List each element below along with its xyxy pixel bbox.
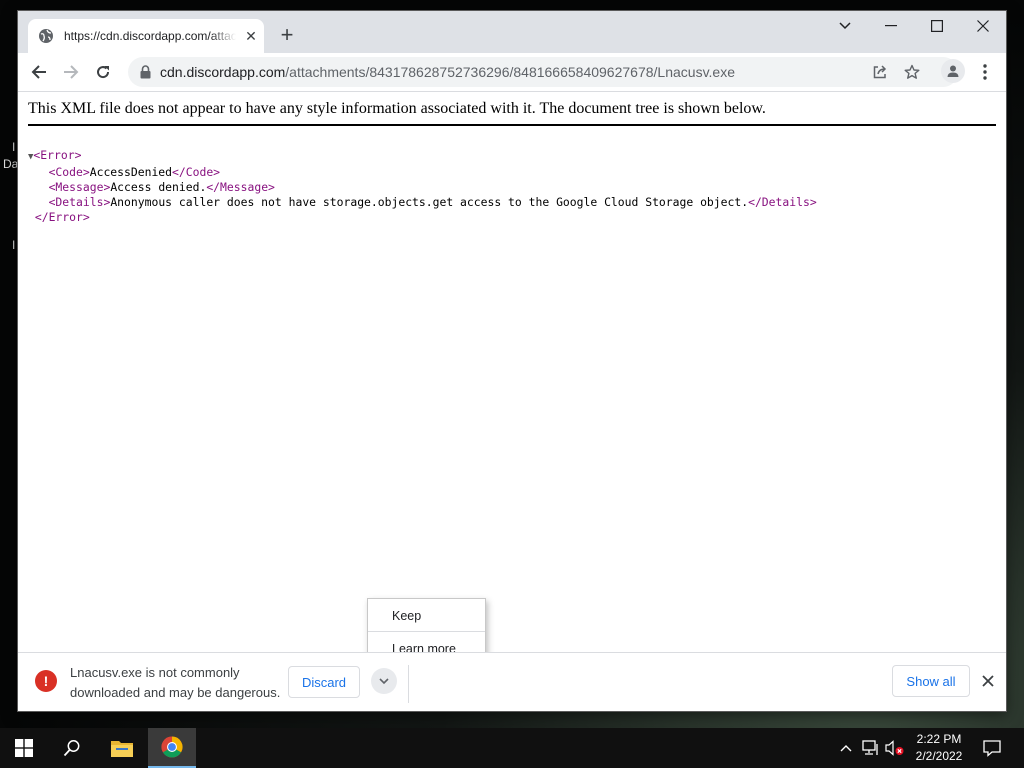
address-bar[interactable]: cdn.discordapp.com/attachments/843178628… bbox=[128, 57, 958, 87]
xml-tag: </Error> bbox=[34, 210, 90, 224]
xml-tag: </Details> bbox=[748, 195, 817, 209]
close-window-button[interactable] bbox=[960, 11, 1006, 41]
browser-tab[interactable]: https://cdn.discordapp.com/attachments/8… bbox=[28, 19, 264, 53]
xml-tag: </Message> bbox=[206, 180, 275, 194]
maximize-button[interactable] bbox=[914, 11, 960, 41]
chrome-window: https://cdn.discordapp.com/attachments/8… bbox=[18, 11, 1006, 711]
xml-text: Access denied. bbox=[110, 180, 207, 194]
reload-button[interactable] bbox=[91, 60, 115, 84]
xml-tag: <Error> bbox=[33, 148, 82, 162]
download-warning-text: Lnacusv.exe is not commonly downloaded a… bbox=[70, 663, 290, 703]
chrome-icon bbox=[161, 736, 183, 758]
network-icon[interactable] bbox=[860, 728, 882, 768]
clock-date: 2/2/2022 bbox=[915, 749, 963, 763]
desktop-icon-fragment: I bbox=[12, 140, 16, 154]
url-host: cdn.discordapp.com bbox=[160, 64, 286, 80]
chevron-up-icon bbox=[840, 745, 852, 752]
taskbar-clock[interactable]: 2:22 PM 2/2/2022 bbox=[906, 731, 972, 765]
browser-toolbar: cdn.discordapp.com/attachments/843178628… bbox=[18, 53, 1006, 92]
xml-text: Anonymous caller does not have storage.o… bbox=[110, 195, 749, 209]
back-button[interactable] bbox=[27, 60, 51, 84]
share-icon[interactable] bbox=[872, 64, 888, 80]
xml-tag: <Details> bbox=[48, 195, 111, 209]
xml-tree: ▼<Error> <Code>AccessDenied</Code> <Mess… bbox=[28, 148, 817, 225]
tab-strip: https://cdn.discordapp.com/attachments/8… bbox=[18, 11, 1006, 53]
clock-time: 2:22 PM bbox=[916, 732, 962, 746]
discard-button[interactable]: Discard bbox=[288, 666, 360, 698]
chrome-taskbar-button[interactable] bbox=[148, 728, 196, 768]
folder-icon bbox=[111, 741, 133, 757]
xml-info-header: This XML file does not appear to have an… bbox=[28, 100, 996, 126]
file-explorer-button[interactable] bbox=[98, 728, 146, 768]
xml-text: AccessDenied bbox=[89, 165, 173, 179]
search-button[interactable] bbox=[48, 728, 96, 768]
xml-tag: <Code> bbox=[48, 165, 90, 179]
profile-avatar-icon[interactable] bbox=[941, 59, 965, 83]
menu-item-label: Keep bbox=[392, 609, 422, 623]
desktop-icon-label-fragment: Da bbox=[3, 157, 19, 171]
menu-divider bbox=[368, 631, 485, 632]
warning-line-2: downloaded and may be dangerous. bbox=[70, 685, 281, 700]
show-hidden-icons-chevron[interactable] bbox=[836, 728, 856, 768]
taskbar: 2:22 PM 2/2/2022 bbox=[0, 728, 1024, 768]
download-bar-divider bbox=[408, 665, 409, 703]
chevron-down-icon bbox=[379, 677, 389, 684]
globe-icon bbox=[38, 28, 54, 44]
bookmark-star-icon[interactable] bbox=[904, 64, 920, 80]
search-icon bbox=[63, 740, 80, 757]
notifications-icon[interactable] bbox=[978, 728, 1006, 768]
show-all-button[interactable]: Show all bbox=[892, 665, 970, 697]
chrome-menu-icon[interactable] bbox=[977, 61, 993, 83]
new-tab-button[interactable]: + bbox=[276, 24, 298, 47]
forward-button[interactable] bbox=[59, 60, 83, 84]
close-download-bar-icon[interactable] bbox=[980, 673, 996, 689]
lock-icon[interactable] bbox=[140, 65, 151, 84]
page-content: This XML file does not appear to have an… bbox=[18, 92, 1006, 652]
download-options-button[interactable] bbox=[371, 668, 397, 694]
start-button[interactable] bbox=[0, 728, 48, 768]
danger-warning-icon: ! bbox=[35, 670, 57, 692]
minimize-button[interactable] bbox=[868, 11, 914, 41]
tab-search-icon[interactable] bbox=[822, 11, 868, 41]
volume-muted-icon[interactable] bbox=[884, 728, 906, 768]
windows-logo-icon bbox=[15, 739, 33, 757]
url-path: /attachments/843178628752736296/84816665… bbox=[285, 64, 735, 80]
desktop-icon-fragment: I bbox=[12, 238, 16, 252]
menu-item-keep[interactable]: Keep bbox=[368, 601, 485, 631]
download-bar: ! Lnacusv.exe is not commonly downloaded… bbox=[18, 652, 1006, 711]
tab-title: https://cdn.discordapp.com/attachments/8… bbox=[64, 29, 236, 43]
url-text: cdn.discordapp.com/attachments/843178628… bbox=[160, 64, 735, 80]
xml-tag: <Message> bbox=[48, 180, 111, 194]
xml-tag: </Code> bbox=[172, 165, 221, 179]
tab-close-icon[interactable]: ✕ bbox=[244, 28, 258, 44]
warning-line-1: Lnacusv.exe is not commonly bbox=[70, 665, 240, 680]
